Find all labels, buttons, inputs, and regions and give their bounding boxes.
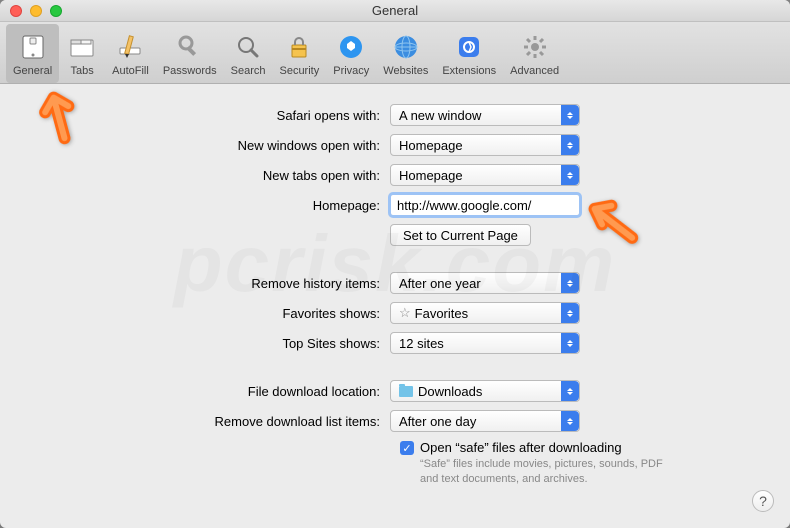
toolbar-label: Search — [231, 65, 266, 77]
content-pane: Safari opens with: A new window New wind… — [0, 84, 790, 508]
toolbar-item-advanced[interactable]: Advanced — [503, 24, 566, 83]
autofill-icon — [114, 31, 146, 63]
window-title: General — [372, 3, 418, 18]
top-sites-label: Top Sites shows: — [30, 336, 390, 351]
zoom-window-button[interactable] — [50, 5, 62, 17]
chevron-updown-icon — [561, 411, 579, 431]
toolbar-item-security[interactable]: Security — [272, 24, 326, 83]
chevron-updown-icon — [561, 303, 579, 323]
search-icon — [232, 31, 264, 63]
chevron-updown-icon — [561, 333, 579, 353]
toolbar-item-autofill[interactable]: AutoFill — [105, 24, 156, 83]
open-safe-files-checkbox[interactable]: ✓ — [400, 441, 414, 455]
passwords-icon — [174, 31, 206, 63]
download-location-label: File download location: — [30, 384, 390, 399]
remove-downloads-select[interactable]: After one day — [390, 410, 580, 432]
safe-files-hint: “Safe” files include movies, pictures, s… — [420, 457, 670, 488]
homepage-label: Homepage: — [30, 198, 390, 213]
chevron-updown-icon — [561, 105, 579, 125]
set-current-page-button[interactable]: Set to Current Page — [390, 224, 531, 246]
chevron-updown-icon — [561, 381, 579, 401]
toolbar-label: Tabs — [71, 65, 94, 77]
tabs-icon — [66, 31, 98, 63]
toolbar-item-passwords[interactable]: Passwords — [156, 24, 224, 83]
general-icon — [17, 31, 49, 63]
remove-history-select[interactable]: After one year — [390, 272, 580, 294]
extensions-icon — [453, 31, 485, 63]
privacy-icon — [335, 31, 367, 63]
toolbar-item-privacy[interactable]: Privacy — [326, 24, 376, 83]
folder-icon — [399, 386, 413, 397]
download-location-select[interactable]: Downloads — [390, 380, 580, 402]
new-tabs-select[interactable]: Homepage — [390, 164, 580, 186]
preferences-window: General General Tabs AutoFill Passwords — [0, 0, 790, 528]
remove-history-label: Remove history items: — [30, 276, 390, 291]
toolbar-label: Websites — [383, 65, 428, 77]
titlebar: General — [0, 0, 790, 22]
chevron-updown-icon — [561, 165, 579, 185]
toolbar-item-search[interactable]: Search — [224, 24, 273, 83]
toolbar-label: Security — [279, 65, 319, 77]
toolbar-label: Passwords — [163, 65, 217, 77]
opens-with-label: Safari opens with: — [30, 108, 390, 123]
toolbar-label: Advanced — [510, 65, 559, 77]
toolbar-item-websites[interactable]: Websites — [376, 24, 435, 83]
toolbar-label: AutoFill — [112, 65, 149, 77]
chevron-updown-icon — [561, 135, 579, 155]
advanced-icon — [519, 31, 551, 63]
new-windows-label: New windows open with: — [30, 138, 390, 153]
open-safe-files-label: Open “safe” files after downloading — [420, 440, 622, 455]
preferences-toolbar: General Tabs AutoFill Passwords Search — [0, 22, 790, 84]
star-icon: ☆ — [399, 305, 411, 321]
new-tabs-label: New tabs open with: — [30, 168, 390, 183]
toolbar-item-general[interactable]: General — [6, 24, 59, 83]
security-icon — [283, 31, 315, 63]
toolbar-label: General — [13, 65, 52, 77]
help-button[interactable]: ? — [752, 490, 774, 512]
favorites-shows-select[interactable]: ☆Favorites — [390, 302, 580, 324]
toolbar-label: Extensions — [442, 65, 496, 77]
toolbar-item-tabs[interactable]: Tabs — [59, 24, 105, 83]
minimize-window-button[interactable] — [30, 5, 42, 17]
favorites-shows-label: Favorites shows: — [30, 306, 390, 321]
window-controls — [0, 5, 62, 17]
opens-with-select[interactable]: A new window — [390, 104, 580, 126]
websites-icon — [390, 31, 422, 63]
chevron-updown-icon — [561, 273, 579, 293]
homepage-field[interactable] — [390, 194, 580, 216]
new-windows-select[interactable]: Homepage — [390, 134, 580, 156]
toolbar-item-extensions[interactable]: Extensions — [435, 24, 503, 83]
close-window-button[interactable] — [10, 5, 22, 17]
toolbar-label: Privacy — [333, 65, 369, 77]
top-sites-select[interactable]: 12 sites — [390, 332, 580, 354]
remove-downloads-label: Remove download list items: — [30, 414, 390, 429]
